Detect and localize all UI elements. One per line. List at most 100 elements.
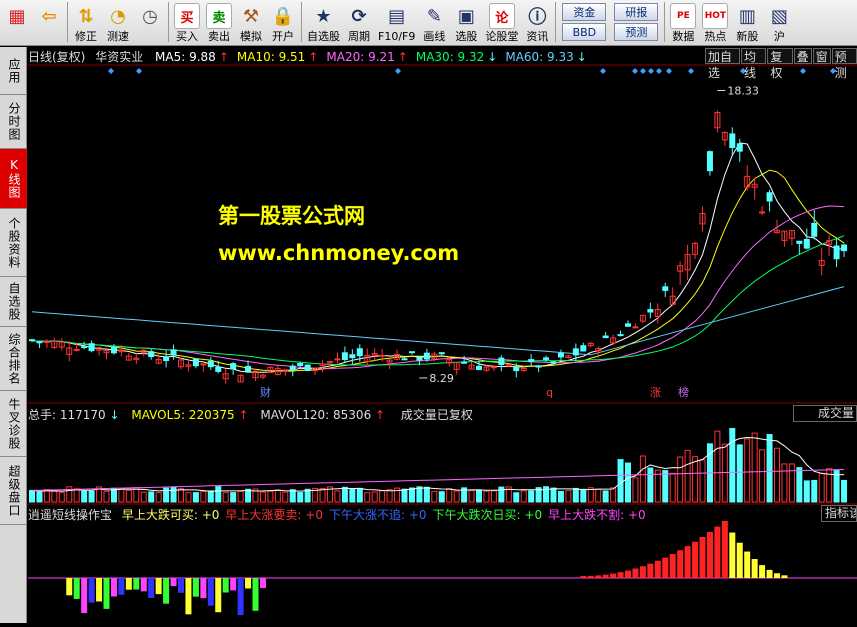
chart-tab-4[interactable]: 窗 (812, 48, 831, 64)
volume-bar (110, 487, 117, 503)
volume-bar (818, 473, 825, 503)
volume-bar (192, 492, 199, 503)
volume-bar (245, 488, 252, 503)
side-tab-5[interactable]: 综合排名 (0, 327, 27, 391)
candle-body (81, 346, 88, 349)
toolbar-label-13: 选股 (455, 30, 478, 43)
volume-bar (528, 490, 535, 503)
candle-body (36, 341, 43, 344)
toolbar-button-15[interactable]: ⓘ 资讯 (522, 2, 552, 44)
toolbar-button-6[interactable]: 卖卖出 (204, 2, 234, 44)
signal-diamond (395, 68, 401, 74)
chart-tab-5[interactable]: 预测 (831, 48, 857, 80)
side-tab-1[interactable]: 分时图 (0, 95, 27, 149)
up-down-arrow-icon: ⇅ (78, 5, 94, 27)
indicator-bar-pos (595, 575, 602, 578)
candle-body (543, 357, 550, 360)
candle-body (297, 362, 304, 366)
volume-bar (662, 470, 669, 503)
toolbar-label-7: 模拟 (240, 30, 262, 43)
volume-bar (639, 455, 646, 503)
indicator-tab[interactable]: 指标该 (821, 505, 857, 522)
signal-diamond (648, 68, 654, 74)
volume-bar (483, 490, 490, 503)
indicator-bar-neg (133, 578, 140, 590)
candle-body (476, 365, 482, 371)
ma-legend-item-1: MA10: 9.51 (236, 50, 306, 64)
toolbar-button-7[interactable]: ⚒ 模拟 (236, 2, 266, 44)
candle-body (110, 346, 117, 354)
chart-tab-1[interactable]: 均线 (740, 48, 767, 80)
candle-body (200, 363, 207, 366)
volume-bar (230, 492, 237, 503)
ma-legend-arrow-0: ↑ (218, 50, 229, 64)
side-tab-7[interactable]: 超级盘口 (0, 457, 27, 525)
toolbar-button-14[interactable]: 论论股堂 (483, 2, 520, 44)
candle-body (163, 356, 170, 362)
volume-bar (282, 491, 289, 503)
indicator-bar-neg (207, 578, 214, 606)
indicator-bar-pos (699, 536, 706, 578)
toolbar-button-13[interactable]: ▣ 选股 (451, 2, 481, 44)
pill-right-0[interactable]: 研报 (614, 3, 659, 21)
volume-bar (669, 472, 676, 503)
indicator-bar-pos (662, 557, 669, 578)
pill-left-0[interactable]: 资金 (562, 3, 607, 21)
side-tab-6[interactable]: 牛叉诊股 (0, 391, 27, 457)
toolbar-button-8[interactable]: 🔒 开户 (268, 2, 298, 44)
toolbar-button-9[interactable]: ★ 自选股 (305, 2, 342, 44)
toolbar-separator (664, 2, 666, 42)
volume-bar (297, 492, 304, 503)
indicator-bar-pos (639, 566, 646, 578)
chart-area[interactable]: 18.33 8.29 财 q 涨榜 日线(复权) 华资实业 MA5: 9.88 ↑ MA10… (8, 47, 857, 623)
side-tab-bar: 应用 分时图 K线图 个股资料 自选股 综合排名 牛叉诊股 超级盘口 (0, 47, 27, 623)
side-tab-0[interactable]: 应用 (0, 47, 27, 95)
volume-bar (572, 487, 579, 503)
chart-tab-0[interactable]: 加自选 (705, 48, 740, 80)
toolbar-button-2[interactable]: ⇅ 修正 (71, 2, 101, 44)
volume-tab[interactable]: 成交量 (793, 405, 857, 422)
side-tab-4[interactable]: 自选股 (0, 277, 27, 327)
toolbar-right-icon-1: HOT (702, 3, 729, 29)
toolbar-separator (555, 2, 557, 42)
indicator-bar-pos (587, 575, 594, 578)
toolbar-label-11: F10/F9 (378, 30, 416, 43)
kline-chart[interactable]: 18.33 8.29 财 q 涨 榜 (8, 47, 857, 623)
volume-bar (721, 443, 728, 503)
candle-body (759, 211, 766, 214)
indicator-bar-neg (192, 578, 199, 597)
star-icon: ★ (315, 5, 332, 27)
pill-right-1[interactable]: 预测 (614, 23, 659, 41)
indicator-bar-neg (118, 578, 125, 595)
ma-legend-arrow-2: ↑ (397, 50, 408, 64)
mavol120: MAVOL120: 85306 (260, 408, 372, 422)
ma-legend: MA5: 9.88 ↑ MA10: 9.51 ↑ MA20: 9.21 ↑ MA30: 9.… (147, 50, 587, 64)
volume-bar (841, 479, 848, 503)
pill-left-1[interactable]: BBD (562, 23, 607, 41)
signal-diamond (666, 68, 672, 74)
toolbar-right-button-1[interactable]: HOT 热点 (700, 2, 730, 44)
toolbar-button-12[interactable]: ✎ 画线 (419, 2, 449, 44)
toolbar-right-button-3[interactable]: ▧ 沪 (764, 2, 794, 44)
indicator-bar-neg (110, 578, 117, 597)
toolbar-right-button-0[interactable]: PE 数据 (668, 2, 698, 44)
chart-tab-3[interactable]: 叠 (793, 48, 812, 64)
candle-body (490, 366, 497, 369)
toolbar-button-1[interactable]: ⇦ (34, 2, 64, 44)
candle-body (334, 358, 341, 361)
side-tab-3[interactable]: 个股资料 (0, 209, 27, 277)
toolbar-button-0[interactable]: ▦ (2, 2, 32, 44)
volume-total: 总手: 117170 (28, 408, 106, 422)
toolbar-button-3[interactable]: ◔ 测速 (103, 2, 133, 44)
toolbar-button-11[interactable]: ▤ F10/F9 (376, 2, 417, 44)
side-tab-2[interactable]: K线图 (0, 149, 27, 209)
candle-body (289, 365, 296, 371)
toolbar-button-5[interactable]: 买买入 (172, 2, 202, 44)
indicator-bar-neg (96, 578, 103, 602)
toolbar-button-10[interactable]: ⟳ 周期 (344, 2, 374, 44)
chart-tab-2[interactable]: 复权 (767, 48, 793, 80)
volume-bar (401, 488, 408, 503)
toolbar-right-button-2[interactable]: ▥ 新股 (732, 2, 762, 44)
toolbar-button-4[interactable]: ◷ (135, 2, 165, 44)
event-mark-2: 涨 (650, 386, 661, 399)
